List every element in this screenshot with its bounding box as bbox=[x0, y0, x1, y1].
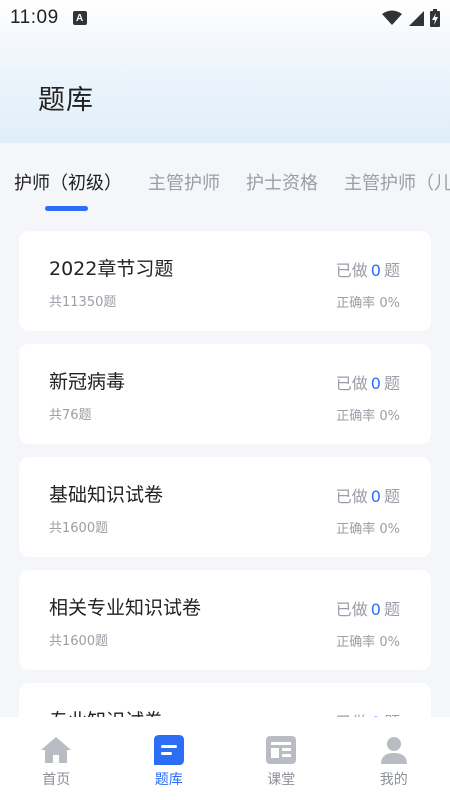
card-done-count: 已做0题 bbox=[336, 257, 400, 281]
nav-classroom[interactable]: 课堂 bbox=[225, 717, 338, 800]
card-done-count: 已做0题 bbox=[336, 709, 400, 717]
card-accuracy: 正确率 0% bbox=[336, 296, 400, 311]
nav-label: 首页 bbox=[42, 772, 71, 788]
done-number: 0 bbox=[370, 600, 381, 619]
card-done-count: 已做0题 bbox=[336, 596, 400, 620]
home-icon bbox=[40, 734, 72, 766]
question-bank-list[interactable]: 2022章节习题 共11350题 已做 0 题 正确率 0% 新冠病毒 共76题 已… bbox=[0, 219, 450, 717]
signal-icon bbox=[409, 11, 424, 26]
status-time: 11:09 bbox=[10, 7, 59, 28]
tab-nurse-junior[interactable]: 护师（初级） bbox=[14, 169, 122, 195]
card-question-count: 共1600题 bbox=[49, 634, 109, 649]
list-item[interactable]: 基础知识试卷 共1600题 已做 0 题 正确率 0% bbox=[19, 457, 431, 557]
done-number: 0 bbox=[370, 261, 381, 280]
done-number: 0 bbox=[370, 374, 381, 393]
card-question-count: 共1600题 bbox=[49, 521, 109, 536]
notification-a-icon: A bbox=[72, 11, 87, 25]
tab-nurse-qualification[interactable]: 护士资格 bbox=[246, 169, 318, 195]
list-item[interactable]: 新冠病毒 共76题 已做 0 题 正确率 0% bbox=[19, 344, 431, 444]
nav-profile[interactable]: 我的 bbox=[338, 717, 450, 800]
card-title: 2022章节习题 bbox=[49, 258, 174, 280]
classroom-icon bbox=[265, 734, 297, 766]
active-tab-indicator bbox=[45, 206, 88, 211]
page-title: 题库 bbox=[38, 85, 94, 116]
status-bar: 11:09 A bbox=[0, 0, 450, 36]
nav-home[interactable]: 首页 bbox=[0, 717, 113, 800]
nav-label: 课堂 bbox=[267, 772, 296, 788]
tab-head-nurse[interactable]: 主管护师 bbox=[148, 169, 220, 195]
category-tabs: 护师（初级） 主管护师 护士资格 主管护师（儿 bbox=[0, 143, 450, 219]
nav-label: 题库 bbox=[154, 772, 183, 788]
list-item[interactable]: 2022章节习题 共11350题 已做 0 题 正确率 0% bbox=[19, 231, 431, 331]
card-question-count: 共76题 bbox=[49, 408, 92, 423]
list-item[interactable]: 专业知识试卷 已做0题 bbox=[19, 683, 431, 717]
card-done-count: 已做0题 bbox=[336, 483, 400, 507]
done-suffix: 题 bbox=[383, 261, 400, 280]
card-title: 基础知识试卷 bbox=[49, 484, 164, 506]
done-prefix: 已做 bbox=[335, 487, 368, 506]
card-accuracy: 正确率 0% bbox=[336, 635, 400, 650]
nav-question-bank[interactable]: 题库 bbox=[113, 717, 226, 800]
tab-head-nurse-pediatric[interactable]: 主管护师（儿 bbox=[344, 169, 450, 195]
card-title: 相关专业知识试卷 bbox=[49, 597, 202, 619]
card-accuracy: 正确率 0% bbox=[336, 409, 400, 424]
done-prefix: 已做 bbox=[335, 374, 368, 393]
nav-label: 我的 bbox=[379, 772, 408, 788]
profile-icon bbox=[378, 734, 410, 766]
bottom-navigation: 首页 题库 课堂 我的 bbox=[0, 717, 450, 800]
question-bank-icon bbox=[153, 734, 185, 766]
battery-icon bbox=[430, 9, 440, 27]
done-number: 0 bbox=[370, 487, 381, 506]
status-icons bbox=[382, 9, 440, 27]
card-title: 新冠病毒 bbox=[49, 371, 126, 393]
done-prefix: 已做 bbox=[335, 261, 368, 280]
list-item[interactable]: 相关专业知识试卷 共1600题 已做 0 题 正确率 0% bbox=[19, 570, 431, 670]
card-title: 专业知识试卷 bbox=[49, 706, 163, 717]
card-accuracy: 正确率 0% bbox=[336, 522, 400, 537]
wifi-icon bbox=[382, 10, 402, 25]
done-suffix: 题 bbox=[383, 600, 400, 619]
done-prefix: 已做 bbox=[335, 600, 368, 619]
done-suffix: 题 bbox=[383, 487, 400, 506]
card-done-count: 已做0题 bbox=[336, 370, 400, 394]
card-question-count: 共11350题 bbox=[49, 295, 117, 310]
done-suffix: 题 bbox=[383, 374, 400, 393]
